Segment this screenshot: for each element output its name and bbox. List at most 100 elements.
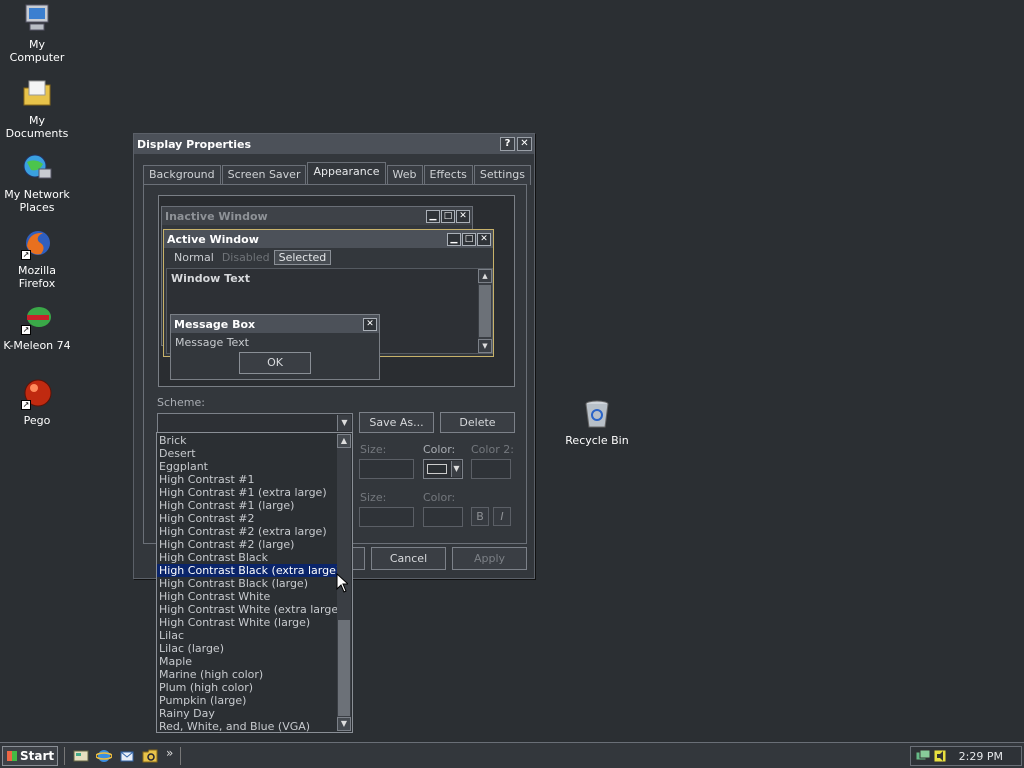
item-color-label: Color:: [423, 443, 456, 456]
tab-strip: Background Screen Saver Appearance Web E…: [143, 162, 532, 185]
color-swatch: [427, 464, 447, 474]
desktop-icon-label: My Documents: [5, 114, 69, 140]
explorer-icon[interactable]: [142, 748, 158, 764]
internet-explorer-icon[interactable]: [96, 748, 112, 764]
scheme-option[interactable]: Red, White, and Blue (VGA): [157, 720, 337, 733]
scroll-thumb[interactable]: [338, 620, 350, 716]
scheme-option[interactable]: Marine (high color): [157, 668, 337, 681]
network-tray-icon[interactable]: [915, 749, 931, 763]
scheme-option[interactable]: High Contrast #1 (extra large): [157, 486, 337, 499]
preview-inactive-title: Inactive Window: [165, 209, 268, 223]
scheme-option[interactable]: High Contrast White (extra large): [157, 603, 342, 616]
scheme-option[interactable]: Rainy Day: [157, 707, 337, 720]
bold-button[interactable]: B: [471, 507, 489, 526]
preview-message-titlebar: Message Box ✕: [171, 315, 379, 333]
preview-inactive-titlebar: Inactive Window ▁ □ ✕: [162, 207, 472, 225]
item-color2-label: Color 2:: [471, 443, 514, 456]
preview-menu-selected: Selected: [273, 249, 332, 265]
preview-scroll-thumb: [479, 285, 491, 337]
maximize-icon: □: [441, 209, 455, 223]
delete-button[interactable]: Delete: [440, 412, 515, 433]
start-label: Start: [20, 749, 55, 763]
scheme-option[interactable]: Brick: [157, 434, 337, 447]
scheme-option[interactable]: Eggplant: [157, 460, 337, 473]
tab-screen-saver[interactable]: Screen Saver: [221, 165, 307, 185]
shortcut-arrow-icon: ↗: [21, 400, 31, 410]
scheme-option[interactable]: High Contrast #2 (extra large): [157, 525, 337, 538]
tray-clock[interactable]: 2:29 PM: [959, 750, 1003, 763]
desktop-icon-label: Pego: [23, 414, 51, 427]
scheme-options: Brick Desert Eggplant High Contrast #1 High …: [157, 434, 342, 733]
item-color2-picker[interactable]: [471, 459, 511, 479]
show-desktop-icon[interactable]: [73, 748, 89, 764]
scheme-option[interactable]: Plum (high color): [157, 681, 337, 694]
item-size-label: Size:: [360, 443, 387, 456]
font-size-select[interactable]: [359, 507, 414, 527]
firefox-icon: ↗: [21, 228, 53, 260]
scheme-option[interactable]: Pumpkin (large): [157, 694, 337, 707]
network-icon: [21, 152, 53, 184]
window-titlebar[interactable]: Display Properties ? ✕: [134, 134, 534, 154]
italic-button[interactable]: I: [493, 507, 511, 526]
scheme-option[interactable]: High Contrast Black (large): [157, 577, 337, 590]
scheme-option[interactable]: High Contrast Black: [157, 551, 337, 564]
preview-message-box: Message Box ✕ Message Text OK: [170, 314, 380, 380]
mouse-pointer-icon: [336, 573, 348, 593]
outlook-express-icon[interactable]: [119, 748, 135, 764]
pego-icon: ↗: [21, 378, 53, 410]
volume-tray-icon[interactable]: [933, 749, 947, 763]
preview-scrollbar: ▲ ▼: [478, 269, 492, 353]
apply-button[interactable]: Apply: [452, 547, 527, 570]
scheme-select[interactable]: ▼: [157, 413, 353, 433]
close-icon: ✕: [456, 209, 470, 223]
tab-settings[interactable]: Settings: [473, 165, 532, 185]
scheme-dropdown-list[interactable]: Brick Desert Eggplant High Contrast #1 High …: [156, 432, 353, 733]
chevron-down-icon: ▼: [451, 461, 461, 477]
close-button[interactable]: ✕: [517, 137, 532, 151]
scheme-option[interactable]: Lilac: [157, 629, 337, 642]
desktop-icon-mozilla-firefox[interactable]: ↗ Mozilla Firefox: [0, 228, 74, 290]
help-button[interactable]: ?: [500, 137, 515, 151]
tab-web[interactable]: Web: [386, 165, 423, 185]
folder-icon: [21, 78, 53, 110]
chevron-down-icon: ▼: [337, 415, 351, 431]
quicklaunch-chevron[interactable]: »: [166, 746, 173, 760]
preview-menu-disabled: Disabled: [221, 250, 270, 264]
scheme-option[interactable]: Maple: [157, 655, 337, 668]
desktop-icon-label: My Computer: [9, 38, 65, 64]
scheme-option[interactable]: High Contrast White: [157, 590, 337, 603]
scheme-option[interactable]: Lilac (large): [157, 642, 337, 655]
start-button[interactable]: Start: [2, 746, 58, 766]
font-color-label: Color:: [423, 491, 456, 504]
tab-effects[interactable]: Effects: [423, 165, 473, 185]
desktop-icon-label: Mozilla Firefox: [18, 264, 56, 290]
minimize-icon: ▁: [426, 209, 440, 223]
scheme-option[interactable]: High Contrast #2: [157, 512, 337, 525]
font-size-label: Size:: [360, 491, 387, 504]
desktop-icon-pego[interactable]: ↗ Pego: [0, 378, 74, 427]
scheme-option[interactable]: Desert: [157, 447, 337, 460]
save-as-button[interactable]: Save As...: [359, 412, 434, 433]
tab-background[interactable]: Background: [143, 165, 221, 185]
preview-window-text: Window Text: [171, 272, 251, 285]
scheme-option[interactable]: High Contrast #1 (large): [157, 499, 337, 512]
scheme-label: Scheme:: [157, 396, 205, 409]
scheme-option[interactable]: High Contrast Black (extra large): [157, 564, 340, 577]
scheme-option[interactable]: High Contrast White (large): [157, 616, 337, 629]
preview-active-title: Active Window: [167, 232, 259, 246]
desktop-icon-my-documents[interactable]: My Documents: [0, 78, 74, 140]
desktop-icon-my-network-places[interactable]: My Network Places: [0, 152, 74, 214]
appearance-preview[interactable]: Inactive Window ▁ □ ✕ Active Window ▁ □ …: [158, 195, 515, 387]
scheme-option[interactable]: High Contrast #1: [157, 473, 337, 486]
desktop-icon-k-meleon[interactable]: ↗ K-Meleon 74: [0, 303, 74, 352]
item-size-spinner[interactable]: [359, 459, 414, 479]
desktop-icon-my-computer[interactable]: My Computer: [0, 2, 74, 64]
item-color-picker[interactable]: ▼: [423, 459, 463, 479]
font-color-picker[interactable]: [423, 507, 463, 527]
tab-appearance[interactable]: Appearance: [307, 162, 386, 185]
scroll-up-icon[interactable]: ▲: [337, 434, 351, 448]
desktop-icon-recycle-bin[interactable]: Recycle Bin: [560, 398, 634, 447]
cancel-button[interactable]: Cancel: [371, 547, 446, 570]
scroll-down-icon[interactable]: ▼: [337, 717, 351, 731]
scheme-option[interactable]: High Contrast #2 (large): [157, 538, 337, 551]
